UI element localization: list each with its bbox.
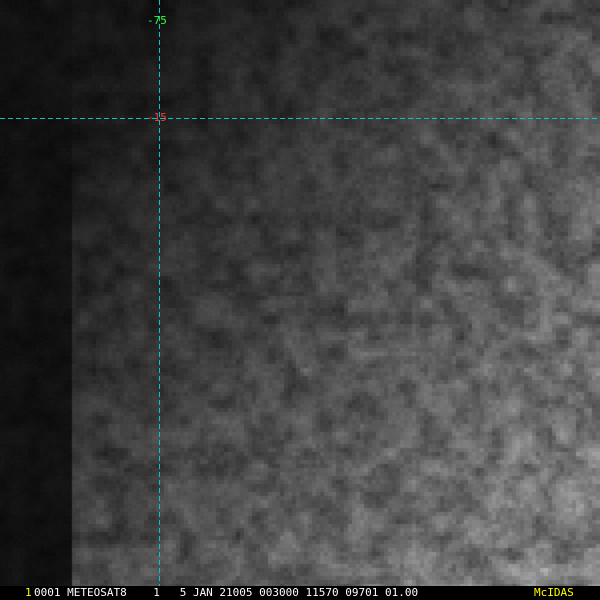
frame-number: 1 — [25, 586, 32, 599]
satellite-image-viewer: -75 -15 1 0001 METEOSAT8 1 5 JAN 21005 0… — [0, 0, 600, 600]
grid-label-top: -75 — [147, 14, 167, 27]
grid-label-left: -15 — [147, 111, 167, 124]
mcidas-brand: McIDAS — [534, 586, 574, 599]
lat-lon-grid-overlay — [0, 0, 600, 586]
status-bar: 1 0001 METEOSAT8 1 5 JAN 21005 003000 11… — [0, 586, 600, 600]
image-header-info: 0001 METEOSAT8 1 5 JAN 21005 003000 1157… — [34, 586, 419, 599]
